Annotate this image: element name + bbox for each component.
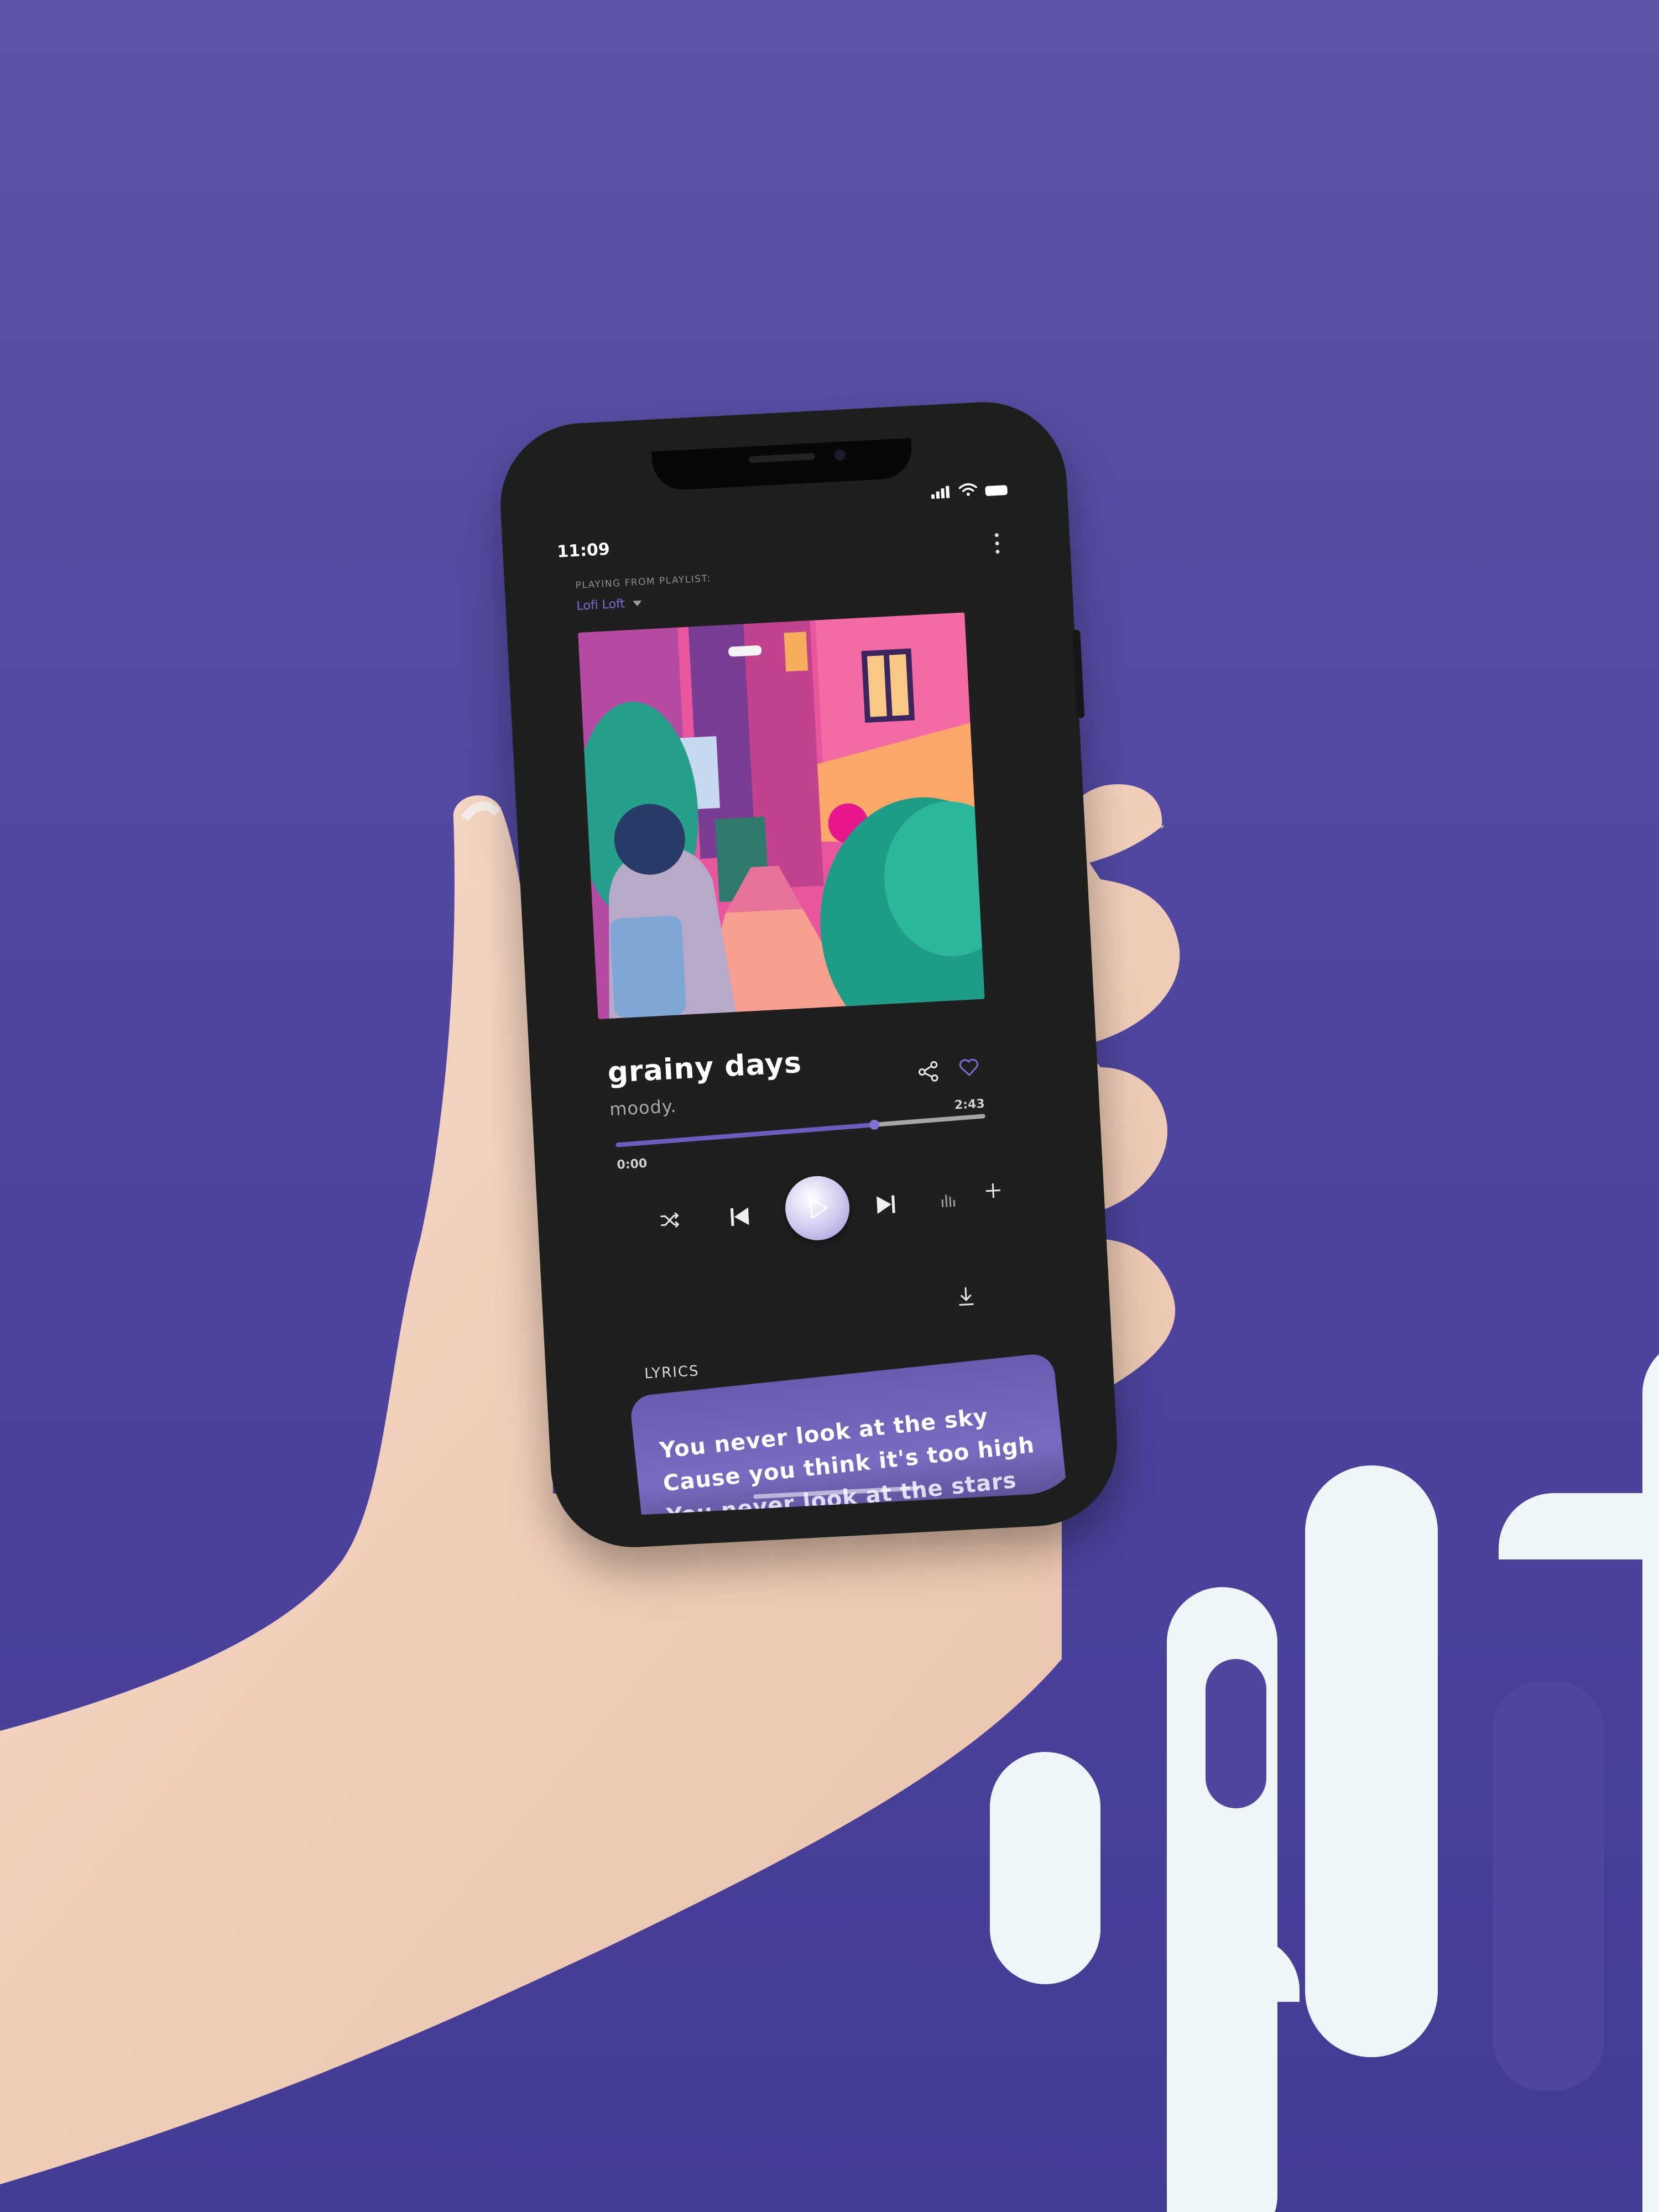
progress-bar[interactable]: 2:43 0:00 bbox=[615, 1097, 987, 1172]
signal-icon bbox=[931, 486, 951, 499]
more-options-button[interactable] bbox=[994, 533, 1000, 554]
phone-screen: 11:09 PLAYING FROM PLAYLIST: Lofi Loft g… bbox=[530, 431, 1088, 1518]
play-button[interactable] bbox=[784, 1174, 852, 1242]
play-icon bbox=[810, 1198, 828, 1219]
artist-name[interactable]: moody. bbox=[609, 1095, 677, 1120]
front-camera-icon bbox=[833, 449, 846, 461]
album-artwork bbox=[578, 612, 985, 1020]
track-duration: 2:43 bbox=[954, 1097, 985, 1113]
speaker-grille bbox=[748, 453, 815, 463]
phone-notch bbox=[651, 438, 913, 492]
skip-next-icon[interactable] bbox=[873, 1192, 899, 1217]
wifi-icon bbox=[958, 483, 978, 496]
progress-fill bbox=[615, 1122, 875, 1147]
plus-icon[interactable] bbox=[983, 1181, 1003, 1201]
download-icon[interactable] bbox=[956, 1285, 977, 1308]
lyrics-heading: LYRICS bbox=[644, 1363, 700, 1383]
playback-controls bbox=[618, 1164, 1009, 1272]
playlist-selector[interactable]: Lofi Loft bbox=[576, 596, 642, 613]
heart-icon[interactable] bbox=[957, 1056, 980, 1079]
track-title: grainy days bbox=[607, 1046, 803, 1090]
progress-track[interactable] bbox=[615, 1114, 985, 1147]
battery-icon bbox=[985, 485, 1008, 497]
more-vertical-icon bbox=[994, 533, 999, 538]
shuffle-icon[interactable] bbox=[658, 1209, 681, 1232]
share-icon[interactable] bbox=[916, 1060, 940, 1084]
elapsed-time: 0:00 bbox=[616, 1156, 648, 1172]
chevron-down-icon bbox=[632, 600, 642, 607]
phone-device: 11:09 PLAYING FROM PLAYLIST: Lofi Loft g… bbox=[496, 398, 1121, 1552]
equalizer-icon[interactable] bbox=[940, 1190, 959, 1209]
status-icons bbox=[931, 481, 1008, 499]
playlist-name: Lofi Loft bbox=[576, 597, 625, 614]
status-time: 11:09 bbox=[556, 539, 611, 562]
album-art-image bbox=[578, 612, 985, 1020]
playing-from-label: PLAYING FROM PLAYLIST: bbox=[575, 573, 712, 592]
progress-knob[interactable] bbox=[869, 1119, 880, 1130]
skip-previous-icon[interactable] bbox=[727, 1204, 753, 1229]
